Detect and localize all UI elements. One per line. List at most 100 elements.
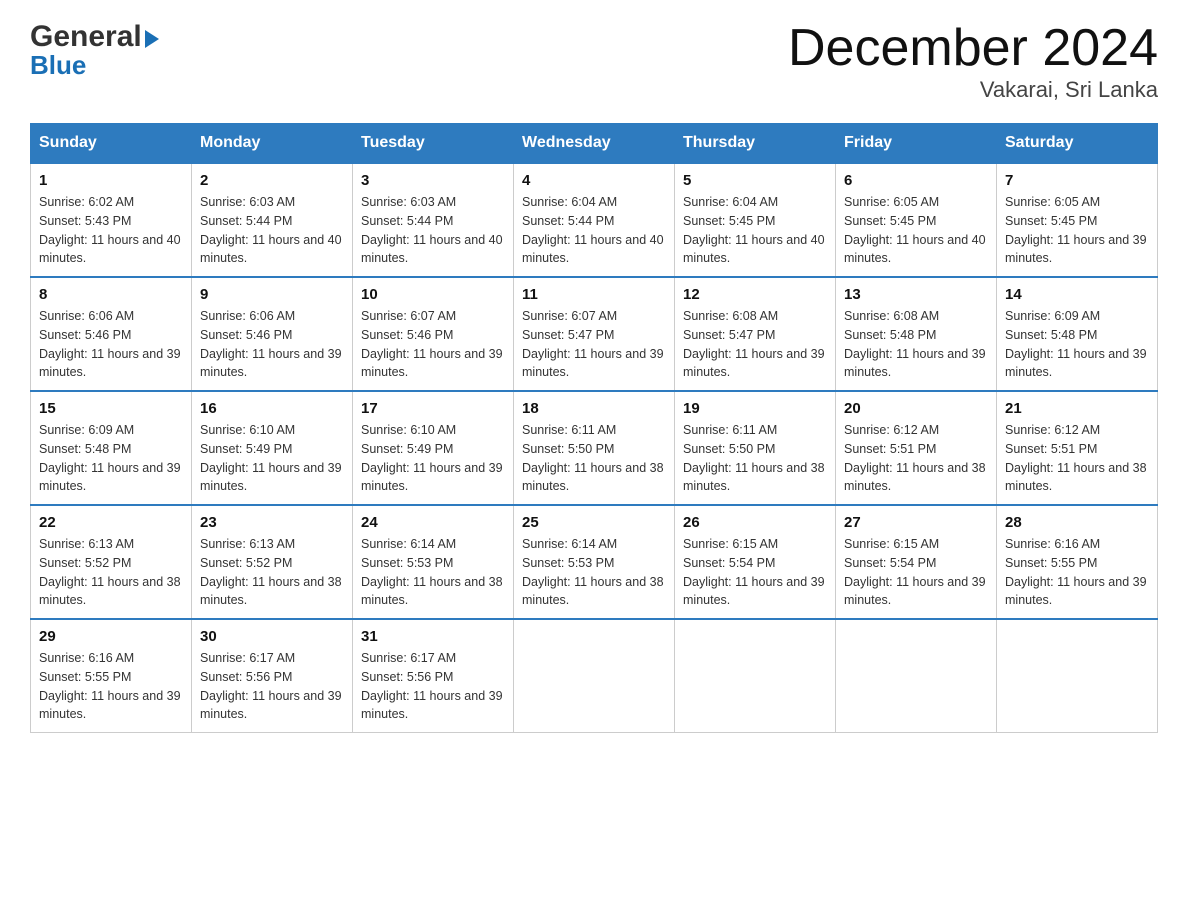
daylight-text: Daylight: 11 hours and 39 minutes. (1005, 233, 1147, 266)
calendar-cell: 31 Sunrise: 6:17 AM Sunset: 5:56 PM Dayl… (353, 619, 514, 733)
day-number: 16 (200, 400, 344, 417)
daylight-text: Daylight: 11 hours and 39 minutes. (844, 347, 986, 380)
sunset-text: Sunset: 5:56 PM (200, 670, 292, 684)
calendar-cell: 2 Sunrise: 6:03 AM Sunset: 5:44 PM Dayli… (192, 163, 353, 277)
calendar-week-row: 15 Sunrise: 6:09 AM Sunset: 5:48 PM Dayl… (31, 391, 1158, 505)
logo-arrow-icon (145, 30, 159, 48)
day-number: 13 (844, 286, 988, 303)
calendar-cell: 30 Sunrise: 6:17 AM Sunset: 5:56 PM Dayl… (192, 619, 353, 733)
sunrise-text: Sunrise: 6:09 AM (39, 423, 134, 437)
sunset-text: Sunset: 5:54 PM (683, 556, 775, 570)
calendar-cell: 27 Sunrise: 6:15 AM Sunset: 5:54 PM Dayl… (836, 505, 997, 619)
sunset-text: Sunset: 5:46 PM (200, 328, 292, 342)
day-info: Sunrise: 6:03 AM Sunset: 5:44 PM Dayligh… (361, 193, 505, 268)
sunrise-text: Sunrise: 6:05 AM (844, 195, 939, 209)
daylight-text: Daylight: 11 hours and 40 minutes. (522, 233, 664, 266)
calendar-cell: 10 Sunrise: 6:07 AM Sunset: 5:46 PM Dayl… (353, 277, 514, 391)
sunrise-text: Sunrise: 6:08 AM (683, 309, 778, 323)
daylight-text: Daylight: 11 hours and 39 minutes. (844, 575, 986, 608)
col-wednesday: Wednesday (514, 124, 675, 164)
day-number: 7 (1005, 172, 1149, 189)
sunrise-text: Sunrise: 6:07 AM (361, 309, 456, 323)
sunset-text: Sunset: 5:44 PM (522, 214, 614, 228)
sunset-text: Sunset: 5:52 PM (200, 556, 292, 570)
sunset-text: Sunset: 5:45 PM (1005, 214, 1097, 228)
day-number: 31 (361, 628, 505, 645)
day-info: Sunrise: 6:02 AM Sunset: 5:43 PM Dayligh… (39, 193, 183, 268)
sunrise-text: Sunrise: 6:15 AM (844, 537, 939, 551)
calendar-cell: 5 Sunrise: 6:04 AM Sunset: 5:45 PM Dayli… (675, 163, 836, 277)
daylight-text: Daylight: 11 hours and 39 minutes. (361, 689, 503, 722)
sunset-text: Sunset: 5:50 PM (522, 442, 614, 456)
daylight-text: Daylight: 11 hours and 38 minutes. (1005, 461, 1147, 494)
sunrise-text: Sunrise: 6:03 AM (361, 195, 456, 209)
day-info: Sunrise: 6:07 AM Sunset: 5:47 PM Dayligh… (522, 307, 666, 382)
day-info: Sunrise: 6:13 AM Sunset: 5:52 PM Dayligh… (39, 535, 183, 610)
calendar-cell: 29 Sunrise: 6:16 AM Sunset: 5:55 PM Dayl… (31, 619, 192, 733)
day-number: 27 (844, 514, 988, 531)
sunrise-text: Sunrise: 6:03 AM (200, 195, 295, 209)
sunset-text: Sunset: 5:54 PM (844, 556, 936, 570)
day-number: 10 (361, 286, 505, 303)
calendar-cell: 4 Sunrise: 6:04 AM Sunset: 5:44 PM Dayli… (514, 163, 675, 277)
calendar-cell: 26 Sunrise: 6:15 AM Sunset: 5:54 PM Dayl… (675, 505, 836, 619)
sunrise-text: Sunrise: 6:04 AM (522, 195, 617, 209)
day-number: 25 (522, 514, 666, 531)
calendar-cell: 25 Sunrise: 6:14 AM Sunset: 5:53 PM Dayl… (514, 505, 675, 619)
day-info: Sunrise: 6:09 AM Sunset: 5:48 PM Dayligh… (39, 421, 183, 496)
calendar-cell: 21 Sunrise: 6:12 AM Sunset: 5:51 PM Dayl… (997, 391, 1158, 505)
sunrise-text: Sunrise: 6:06 AM (39, 309, 134, 323)
daylight-text: Daylight: 11 hours and 39 minutes. (200, 461, 342, 494)
sunset-text: Sunset: 5:44 PM (200, 214, 292, 228)
daylight-text: Daylight: 11 hours and 39 minutes. (200, 347, 342, 380)
daylight-text: Daylight: 11 hours and 39 minutes. (39, 461, 181, 494)
col-tuesday: Tuesday (353, 124, 514, 164)
day-info: Sunrise: 6:10 AM Sunset: 5:49 PM Dayligh… (361, 421, 505, 496)
sunrise-text: Sunrise: 6:09 AM (1005, 309, 1100, 323)
day-info: Sunrise: 6:06 AM Sunset: 5:46 PM Dayligh… (200, 307, 344, 382)
calendar-cell: 22 Sunrise: 6:13 AM Sunset: 5:52 PM Dayl… (31, 505, 192, 619)
daylight-text: Daylight: 11 hours and 40 minutes. (39, 233, 181, 266)
day-number: 23 (200, 514, 344, 531)
calendar-cell: 16 Sunrise: 6:10 AM Sunset: 5:49 PM Dayl… (192, 391, 353, 505)
sunset-text: Sunset: 5:46 PM (39, 328, 131, 342)
col-sunday: Sunday (31, 124, 192, 164)
calendar-cell: 13 Sunrise: 6:08 AM Sunset: 5:48 PM Dayl… (836, 277, 997, 391)
day-number: 26 (683, 514, 827, 531)
sunrise-text: Sunrise: 6:02 AM (39, 195, 134, 209)
day-number: 8 (39, 286, 183, 303)
calendar-cell: 20 Sunrise: 6:12 AM Sunset: 5:51 PM Dayl… (836, 391, 997, 505)
sunset-text: Sunset: 5:51 PM (1005, 442, 1097, 456)
logo: General Blue (30, 20, 159, 81)
day-number: 2 (200, 172, 344, 189)
calendar-week-row: 1 Sunrise: 6:02 AM Sunset: 5:43 PM Dayli… (31, 163, 1158, 277)
calendar-cell: 28 Sunrise: 6:16 AM Sunset: 5:55 PM Dayl… (997, 505, 1158, 619)
daylight-text: Daylight: 11 hours and 38 minutes. (522, 575, 664, 608)
day-info: Sunrise: 6:07 AM Sunset: 5:46 PM Dayligh… (361, 307, 505, 382)
daylight-text: Daylight: 11 hours and 38 minutes. (200, 575, 342, 608)
day-info: Sunrise: 6:16 AM Sunset: 5:55 PM Dayligh… (39, 649, 183, 724)
calendar-cell: 3 Sunrise: 6:03 AM Sunset: 5:44 PM Dayli… (353, 163, 514, 277)
sunset-text: Sunset: 5:49 PM (200, 442, 292, 456)
day-info: Sunrise: 6:14 AM Sunset: 5:53 PM Dayligh… (361, 535, 505, 610)
calendar-week-row: 29 Sunrise: 6:16 AM Sunset: 5:55 PM Dayl… (31, 619, 1158, 733)
col-friday: Friday (836, 124, 997, 164)
day-number: 9 (200, 286, 344, 303)
day-info: Sunrise: 6:05 AM Sunset: 5:45 PM Dayligh… (844, 193, 988, 268)
daylight-text: Daylight: 11 hours and 39 minutes. (200, 689, 342, 722)
sunset-text: Sunset: 5:47 PM (683, 328, 775, 342)
day-info: Sunrise: 6:12 AM Sunset: 5:51 PM Dayligh… (844, 421, 988, 496)
day-info: Sunrise: 6:17 AM Sunset: 5:56 PM Dayligh… (361, 649, 505, 724)
day-info: Sunrise: 6:16 AM Sunset: 5:55 PM Dayligh… (1005, 535, 1149, 610)
sunset-text: Sunset: 5:48 PM (39, 442, 131, 456)
sunset-text: Sunset: 5:56 PM (361, 670, 453, 684)
calendar-cell (997, 619, 1158, 733)
sunrise-text: Sunrise: 6:16 AM (1005, 537, 1100, 551)
calendar-header-row: Sunday Monday Tuesday Wednesday Thursday… (31, 124, 1158, 164)
sunrise-text: Sunrise: 6:12 AM (844, 423, 939, 437)
day-info: Sunrise: 6:14 AM Sunset: 5:53 PM Dayligh… (522, 535, 666, 610)
sunrise-text: Sunrise: 6:17 AM (200, 651, 295, 665)
day-info: Sunrise: 6:05 AM Sunset: 5:45 PM Dayligh… (1005, 193, 1149, 268)
sunrise-text: Sunrise: 6:10 AM (361, 423, 456, 437)
col-thursday: Thursday (675, 124, 836, 164)
